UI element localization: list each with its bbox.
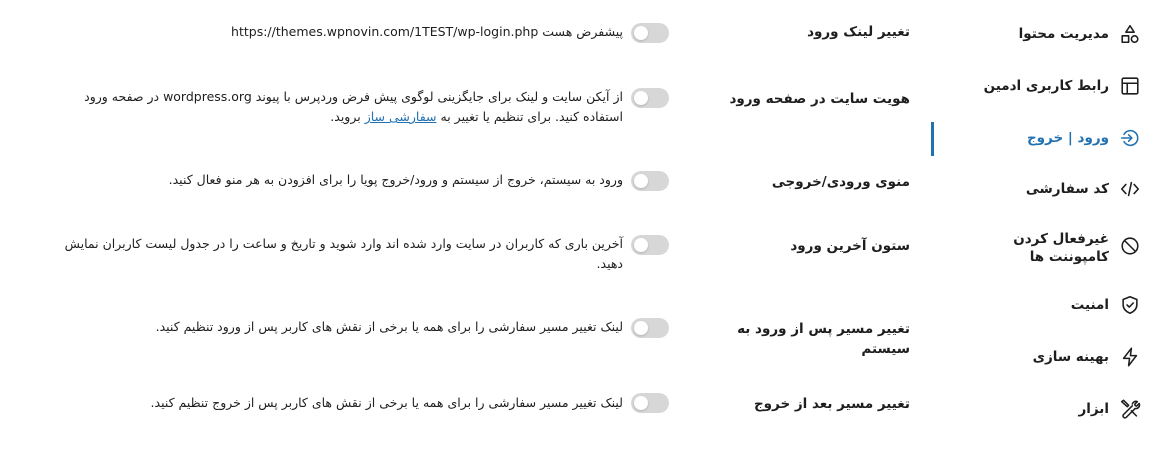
toggle-redirect-after-login[interactable] bbox=[631, 318, 669, 338]
shapes-icon bbox=[1119, 23, 1141, 45]
toggle-redirect-after-logout[interactable] bbox=[631, 393, 669, 413]
setting-description: لینک تغییر مسیر سفارشی را برای همه یا بر… bbox=[150, 395, 623, 410]
description-text-end: بروید. bbox=[330, 109, 361, 124]
sidebar-item-label: غیرفعال کردن کامپوننت ها bbox=[1013, 231, 1109, 265]
setting-title: منوی ورودی/خروجی bbox=[771, 174, 910, 190]
setting-row-redirect-after-logout: تغییر مسیر بعد از خروج لینک تغییر مسیر س… bbox=[0, 393, 930, 450]
login-url-text: https://themes.wpnovin.com/1TEST/wp-logi… bbox=[231, 24, 539, 39]
toggle-login-logout-menu[interactable] bbox=[631, 171, 669, 191]
setting-description: لینک تغییر مسیر سفارشی را برای همه یا بر… bbox=[155, 319, 623, 334]
sidebar-item-label: رابط کاربری ادمین bbox=[983, 78, 1109, 94]
setting-row-login-logout-menu: منوی ورودی/خروجی ورود به سیستم، خروج از … bbox=[0, 170, 930, 230]
setting-row-redirect-after-login: تغییر مسیر پس از ورود به سیستم لینک تغیی… bbox=[0, 317, 930, 377]
sidebar-item-label: ابزار bbox=[1078, 401, 1110, 417]
customizer-link[interactable]: سفارشی ساز bbox=[365, 109, 437, 124]
setting-description: ورود به سیستم، خروج از سیستم و ورود/خروج… bbox=[168, 172, 623, 187]
layout-icon bbox=[1119, 75, 1141, 97]
description-text: پیشفرض هست bbox=[542, 24, 623, 39]
setting-row-last-login-column: ستون آخرین ورود آخرین باری که کاربران در… bbox=[0, 234, 930, 294]
sidebar-nav: مدیریت محتوا رابط کاربری ادمین ورود | خر… bbox=[931, 0, 1161, 450]
toggle-last-login-column[interactable] bbox=[631, 235, 669, 255]
toggle-knob bbox=[634, 238, 648, 252]
setting-title: تغییر لینک ورود bbox=[807, 24, 910, 40]
toggle-knob bbox=[634, 321, 648, 335]
toggle-site-identity[interactable] bbox=[631, 88, 669, 108]
sidebar-item-label: کد سفارشی bbox=[1025, 181, 1109, 197]
toggle-knob bbox=[634, 174, 648, 188]
setting-row-change-login-link: تغییر لینک ورود پیشفرض هست https://theme… bbox=[0, 22, 930, 82]
setting-description: از آیکن سایت و لینک برای جایگزینی لوگوی … bbox=[43, 87, 623, 127]
setting-description: آخرین باری که کاربران در سایت وارد شده ا… bbox=[64, 236, 623, 271]
toggle-change-login-link[interactable] bbox=[631, 23, 669, 43]
toggle-knob bbox=[634, 26, 648, 40]
sidebar-item-label: بهینه سازی bbox=[1032, 349, 1109, 365]
setting-description: پیشفرض هست https://themes.wpnovin.com/1T… bbox=[43, 22, 623, 42]
active-indicator bbox=[931, 122, 934, 156]
toggle-knob bbox=[634, 91, 648, 105]
block-icon bbox=[1119, 235, 1141, 257]
setting-row-site-identity: هویت سایت در صفحه ورود از آیکن سایت و لی… bbox=[0, 87, 930, 147]
setting-title: تغییر مسیر بعد از خروج bbox=[753, 396, 910, 412]
lightning-icon bbox=[1119, 346, 1141, 368]
code-icon bbox=[1119, 178, 1141, 200]
shield-check-icon bbox=[1119, 294, 1141, 316]
sidebar-item-label: امنیت bbox=[1070, 297, 1109, 313]
setting-title: ستون آخرین ورود bbox=[790, 238, 910, 254]
setting-title: تغییر مسیر پس از ورود به سیستم bbox=[737, 321, 910, 357]
settings-page: تغییر لینک ورود پیشفرض هست https://theme… bbox=[0, 0, 1161, 450]
setting-title: هویت سایت در صفحه ورود bbox=[729, 91, 910, 107]
login-icon bbox=[1119, 127, 1141, 149]
tools-icon bbox=[1119, 398, 1141, 420]
toggle-knob bbox=[634, 396, 648, 410]
sidebar-item-label: مدیریت محتوا bbox=[1018, 26, 1109, 42]
sidebar-item-label: ورود | خروج bbox=[1026, 130, 1109, 146]
